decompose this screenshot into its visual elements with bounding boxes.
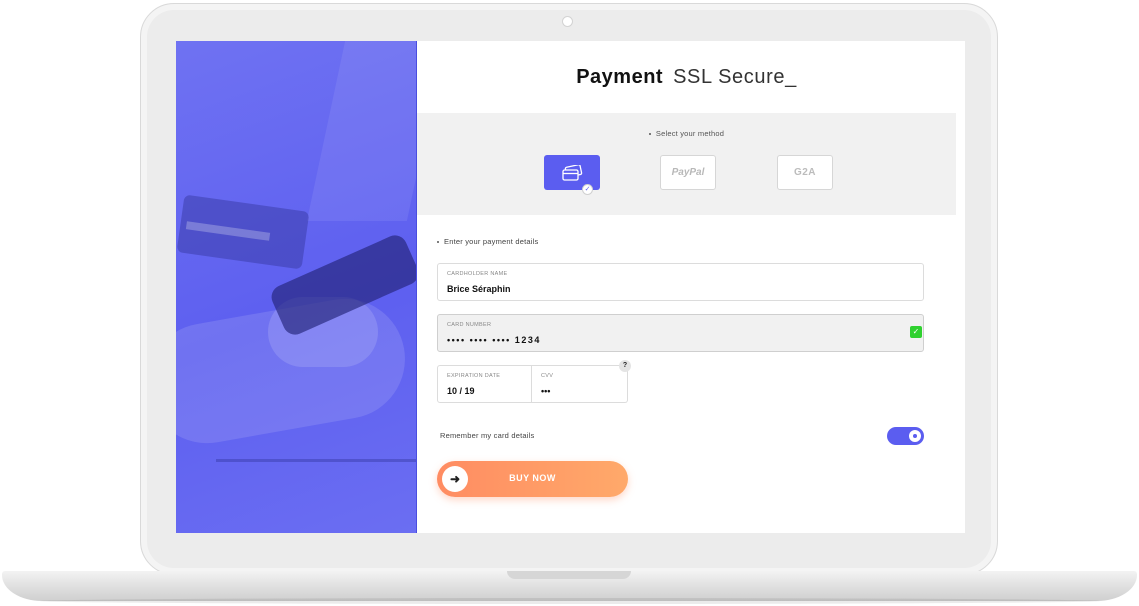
cardholder-name-label: CARDHOLDER NAME bbox=[447, 271, 508, 277]
card-number-label: CARD NUMBER bbox=[447, 322, 492, 328]
expiration-date-field[interactable]: EXPIRATION DATE 10 / 19 bbox=[437, 365, 532, 403]
remember-label: Remember my card details bbox=[440, 431, 535, 440]
expiration-date-label: EXPIRATION DATE bbox=[447, 373, 501, 379]
laptop-notch bbox=[507, 571, 631, 579]
methods-label: Select your method bbox=[417, 129, 956, 138]
card-number-field[interactable]: CARD NUMBER •••• •••• •••• 1234 bbox=[437, 314, 924, 352]
photo-notebook bbox=[216, 459, 416, 462]
toggle-dot bbox=[913, 434, 917, 438]
bullet-icon bbox=[648, 133, 651, 136]
credit-card-icon bbox=[562, 164, 583, 181]
expiration-date-value: 10 / 19 bbox=[447, 386, 475, 396]
cardholder-name-value: Brice Séraphin bbox=[447, 284, 511, 294]
cvv-value: ••• bbox=[541, 386, 551, 396]
method-card-button[interactable] bbox=[544, 155, 600, 190]
hero-photo bbox=[176, 41, 417, 533]
screen: Payment SSL Secure_ Select your method ✓… bbox=[176, 41, 965, 533]
page-subtitle: SSL Secure_ bbox=[673, 65, 797, 88]
bullet-icon bbox=[437, 241, 439, 244]
details-label-text: Enter your payment details bbox=[444, 237, 539, 246]
page-header: Payment SSL Secure_ bbox=[417, 41, 956, 113]
method-paypal-button[interactable]: PayPal bbox=[660, 155, 716, 190]
valid-check-icon: ✓ bbox=[910, 326, 922, 338]
payment-methods: Select your method ✓ PayPal G2A bbox=[417, 113, 956, 215]
cvv-field[interactable]: CVV ••• bbox=[532, 365, 628, 403]
selected-check-icon: ✓ bbox=[582, 184, 593, 195]
methods-label-text: Select your method bbox=[655, 129, 725, 138]
card-number-value: •••• •••• •••• 1234 bbox=[447, 335, 541, 345]
laptop-shadow bbox=[40, 598, 1100, 604]
buy-now-button[interactable]: ➜ BUY NOW bbox=[437, 461, 628, 497]
cardholder-name-field[interactable]: CARDHOLDER NAME Brice Séraphin bbox=[437, 263, 924, 301]
details-label: Enter your payment details bbox=[437, 237, 538, 246]
buy-now-label: BUY NOW bbox=[509, 473, 556, 483]
remember-toggle[interactable] bbox=[887, 427, 924, 445]
page-title: Payment bbox=[576, 65, 664, 88]
cvv-label: CVV bbox=[541, 373, 554, 379]
cvv-help-icon[interactable]: ? bbox=[619, 360, 631, 372]
camera bbox=[562, 16, 573, 27]
method-g2a-button[interactable]: G2A bbox=[777, 155, 833, 190]
photo-shape bbox=[306, 41, 416, 221]
